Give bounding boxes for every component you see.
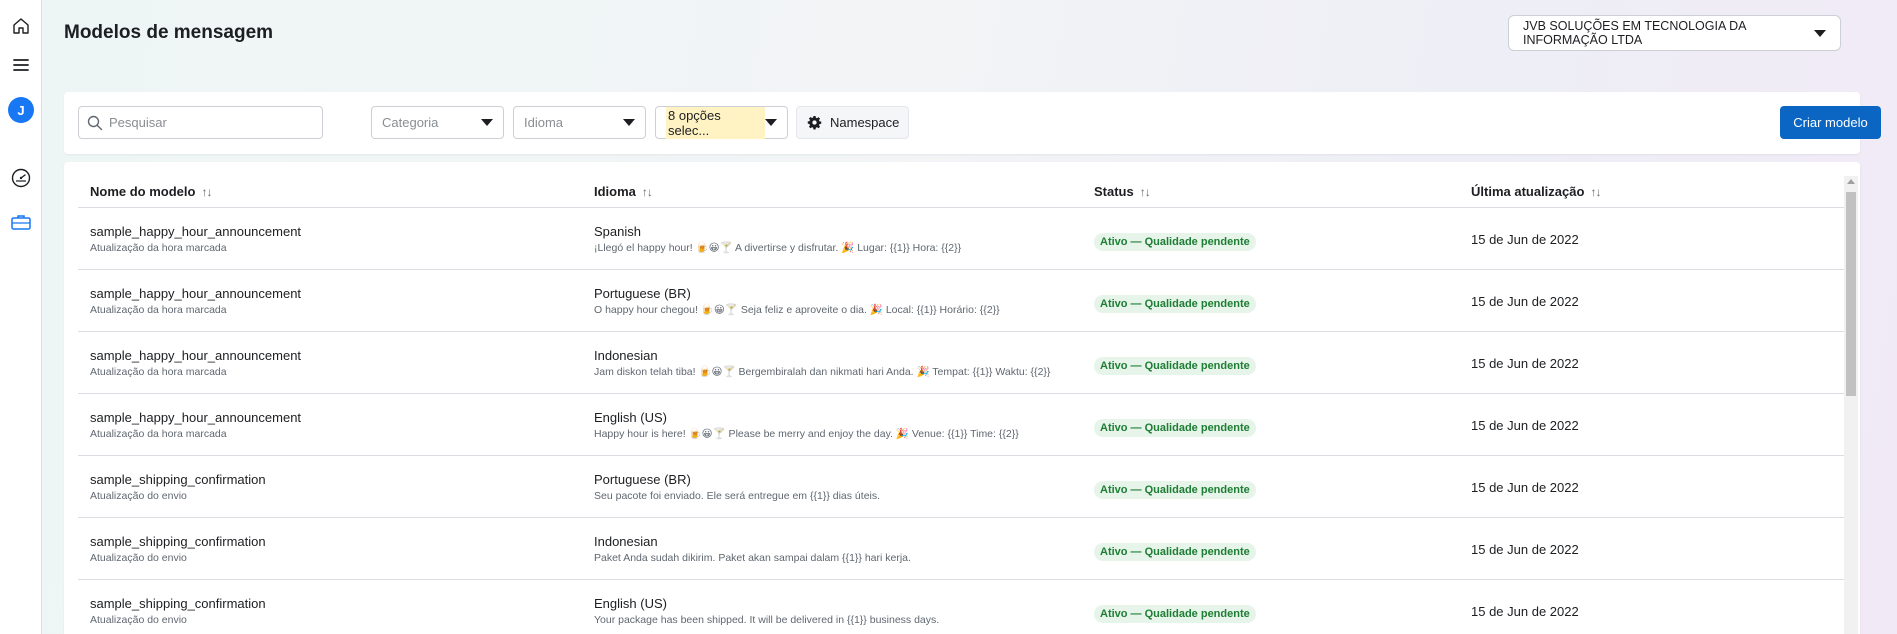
main-content: Modelos de mensagem JVB SOLUÇÕES EM TECN…: [42, 0, 1897, 634]
template-name: sample_shipping_confirmation: [90, 472, 266, 487]
status-filter-dropdown[interactable]: 8 opções selec...: [655, 106, 788, 139]
status-badge: Ativo — Qualidade pendente: [1094, 233, 1256, 251]
table-row[interactable]: sample_happy_hour_announcement Atualizaçã…: [78, 208, 1844, 270]
template-subtitle: Atualização da hora marcada: [90, 366, 227, 378]
account-avatar[interactable]: J: [5, 94, 37, 126]
template-language: English (US): [594, 410, 667, 425]
column-header-label: Última atualização: [1471, 184, 1585, 199]
template-subtitle: Atualização do envio: [90, 490, 187, 502]
template-subtitle: Atualização da hora marcada: [90, 242, 227, 254]
template-language: English (US): [594, 596, 667, 611]
template-language: Indonesian: [594, 348, 658, 363]
table-body: sample_happy_hour_announcement Atualizaçã…: [78, 208, 1844, 634]
table-row[interactable]: sample_shipping_confirmation Atualização …: [78, 518, 1844, 580]
briefcase-icon[interactable]: [5, 206, 37, 238]
category-dropdown-label: Categoria: [382, 115, 439, 130]
template-preview: O happy hour chegou! 🍺😀🍸 Seja feliz e ap…: [594, 304, 1000, 316]
search-icon: [87, 115, 103, 131]
scrollbar-thumb[interactable]: [1846, 192, 1856, 396]
last-updated: 15 de Jun de 2022: [1471, 418, 1579, 433]
template-name: sample_happy_hour_announcement: [90, 348, 302, 363]
last-updated: 15 de Jun de 2022: [1471, 604, 1579, 619]
sort-icon: ↑↓: [1590, 184, 1601, 199]
app-root: J Modelos de mensagem JVB SOLUÇÕES EM TE…: [0, 0, 1897, 634]
template-language: Portuguese (BR): [594, 286, 691, 301]
status-badge: Ativo — Qualidade pendente: [1094, 295, 1256, 313]
chevron-down-icon: [623, 119, 635, 126]
template-subtitle: Atualização da hora marcada: [90, 428, 227, 440]
status-filter-label: 8 opções selec...: [666, 106, 765, 139]
template-preview: Jam diskon telah tiba! 🍺😀🍸 Bergembiralah…: [594, 366, 1051, 378]
column-header-label: Idioma: [594, 184, 636, 199]
sort-icon: ↑↓: [201, 184, 212, 199]
table-row[interactable]: sample_happy_hour_announcement Atualizaçã…: [78, 394, 1844, 456]
template-preview: ¡Llegó el happy hour! 🍺😀🍸 A divertirse y…: [594, 242, 962, 254]
template-preview: Your package has been shipped. It will b…: [594, 614, 940, 626]
chevron-down-icon: [1814, 29, 1826, 37]
template-preview: Paket Anda sudah dikirim. Paket akan sam…: [594, 552, 911, 564]
template-subtitle: Atualização do envio: [90, 614, 187, 626]
business-account-name: JVB SOLUÇÕES EM TECNOLOGIA DA INFORMAÇÃO…: [1523, 19, 1746, 47]
namespace-button[interactable]: Namespace: [796, 106, 909, 139]
column-header-status[interactable]: Status ↑↓: [1094, 184, 1151, 199]
avatar: J: [8, 97, 34, 123]
table-scrollbar[interactable]: [1844, 176, 1858, 634]
language-dropdown[interactable]: Idioma: [513, 106, 646, 139]
status-badge: Ativo — Qualidade pendente: [1094, 357, 1256, 375]
template-name: sample_shipping_confirmation: [90, 534, 266, 549]
column-header-name[interactable]: Nome do modelo ↑↓: [90, 184, 212, 199]
last-updated: 15 de Jun de 2022: [1471, 294, 1579, 309]
scroll-up-icon[interactable]: [1847, 179, 1855, 184]
status-badge: Ativo — Qualidade pendente: [1094, 605, 1256, 623]
chevron-down-icon: [481, 119, 493, 126]
table-row[interactable]: sample_happy_hour_announcement Atualizaçã…: [78, 270, 1844, 332]
page-title: Modelos de mensagem: [64, 22, 274, 43]
column-header-updated[interactable]: Última atualização ↑↓: [1471, 184, 1601, 199]
namespace-button-label: Namespace: [830, 115, 900, 130]
status-badge: Ativo — Qualidade pendente: [1094, 543, 1256, 561]
status-badge: Ativo — Qualidade pendente: [1094, 481, 1256, 499]
column-header-label: Status: [1094, 184, 1134, 199]
column-header-language[interactable]: Idioma ↑↓: [594, 184, 653, 199]
sort-icon: ↑↓: [641, 184, 653, 199]
template-name: sample_happy_hour_announcement: [90, 224, 302, 239]
left-nav-rail: J: [0, 0, 42, 634]
category-dropdown[interactable]: Categoria: [371, 106, 504, 139]
home-icon[interactable]: [5, 10, 37, 42]
template-preview: Seu pacote foi enviado. Ele será entregu…: [594, 490, 881, 502]
template-language: Spanish: [594, 224, 641, 239]
template-subtitle: Atualização da hora marcada: [90, 304, 227, 316]
table-row[interactable]: sample_happy_hour_announcement Atualizaçã…: [78, 332, 1844, 394]
search-box[interactable]: [78, 106, 323, 139]
menu-icon[interactable]: [5, 49, 37, 81]
search-input[interactable]: [109, 115, 309, 130]
filter-toolbar: Categoria Idioma 8 opções selec... Names…: [64, 92, 1881, 154]
sort-icon: ↑↓: [1139, 184, 1151, 199]
template-language: Portuguese (BR): [594, 472, 691, 487]
business-account-dropdown[interactable]: JVB SOLUÇÕES EM TECNOLOGIA DA INFORMAÇÃO…: [1508, 15, 1841, 51]
column-header-label: Nome do modelo: [90, 184, 196, 199]
status-badge: Ativo — Qualidade pendente: [1094, 419, 1256, 437]
table-header: Nome do modelo ↑↓ Idioma ↑↓ Status ↑↓ Úl…: [78, 172, 1844, 208]
last-updated: 15 de Jun de 2022: [1471, 356, 1579, 371]
create-template-button[interactable]: Criar modelo: [1780, 106, 1881, 139]
template-preview: Happy hour is here! 🍺😀🍸 Please be merry …: [594, 428, 1019, 440]
table-row[interactable]: sample_shipping_confirmation Atualização …: [78, 580, 1844, 634]
last-updated: 15 de Jun de 2022: [1471, 232, 1579, 247]
gear-icon: [807, 115, 822, 130]
template-name: sample_shipping_confirmation: [90, 596, 266, 611]
last-updated: 15 de Jun de 2022: [1471, 542, 1579, 557]
last-updated: 15 de Jun de 2022: [1471, 480, 1579, 495]
template-language: Indonesian: [594, 534, 658, 549]
language-dropdown-label: Idioma: [524, 115, 564, 130]
template-name: sample_happy_hour_announcement: [90, 410, 302, 425]
template-name: sample_happy_hour_announcement: [90, 286, 302, 301]
templates-table: Nome do modelo ↑↓ Idioma ↑↓ Status ↑↓ Úl…: [64, 162, 1860, 634]
chevron-down-icon: [765, 119, 777, 126]
gauge-icon[interactable]: [5, 162, 37, 194]
template-subtitle: Atualização do envio: [90, 552, 187, 564]
table-row[interactable]: sample_shipping_confirmation Atualização …: [78, 456, 1844, 518]
